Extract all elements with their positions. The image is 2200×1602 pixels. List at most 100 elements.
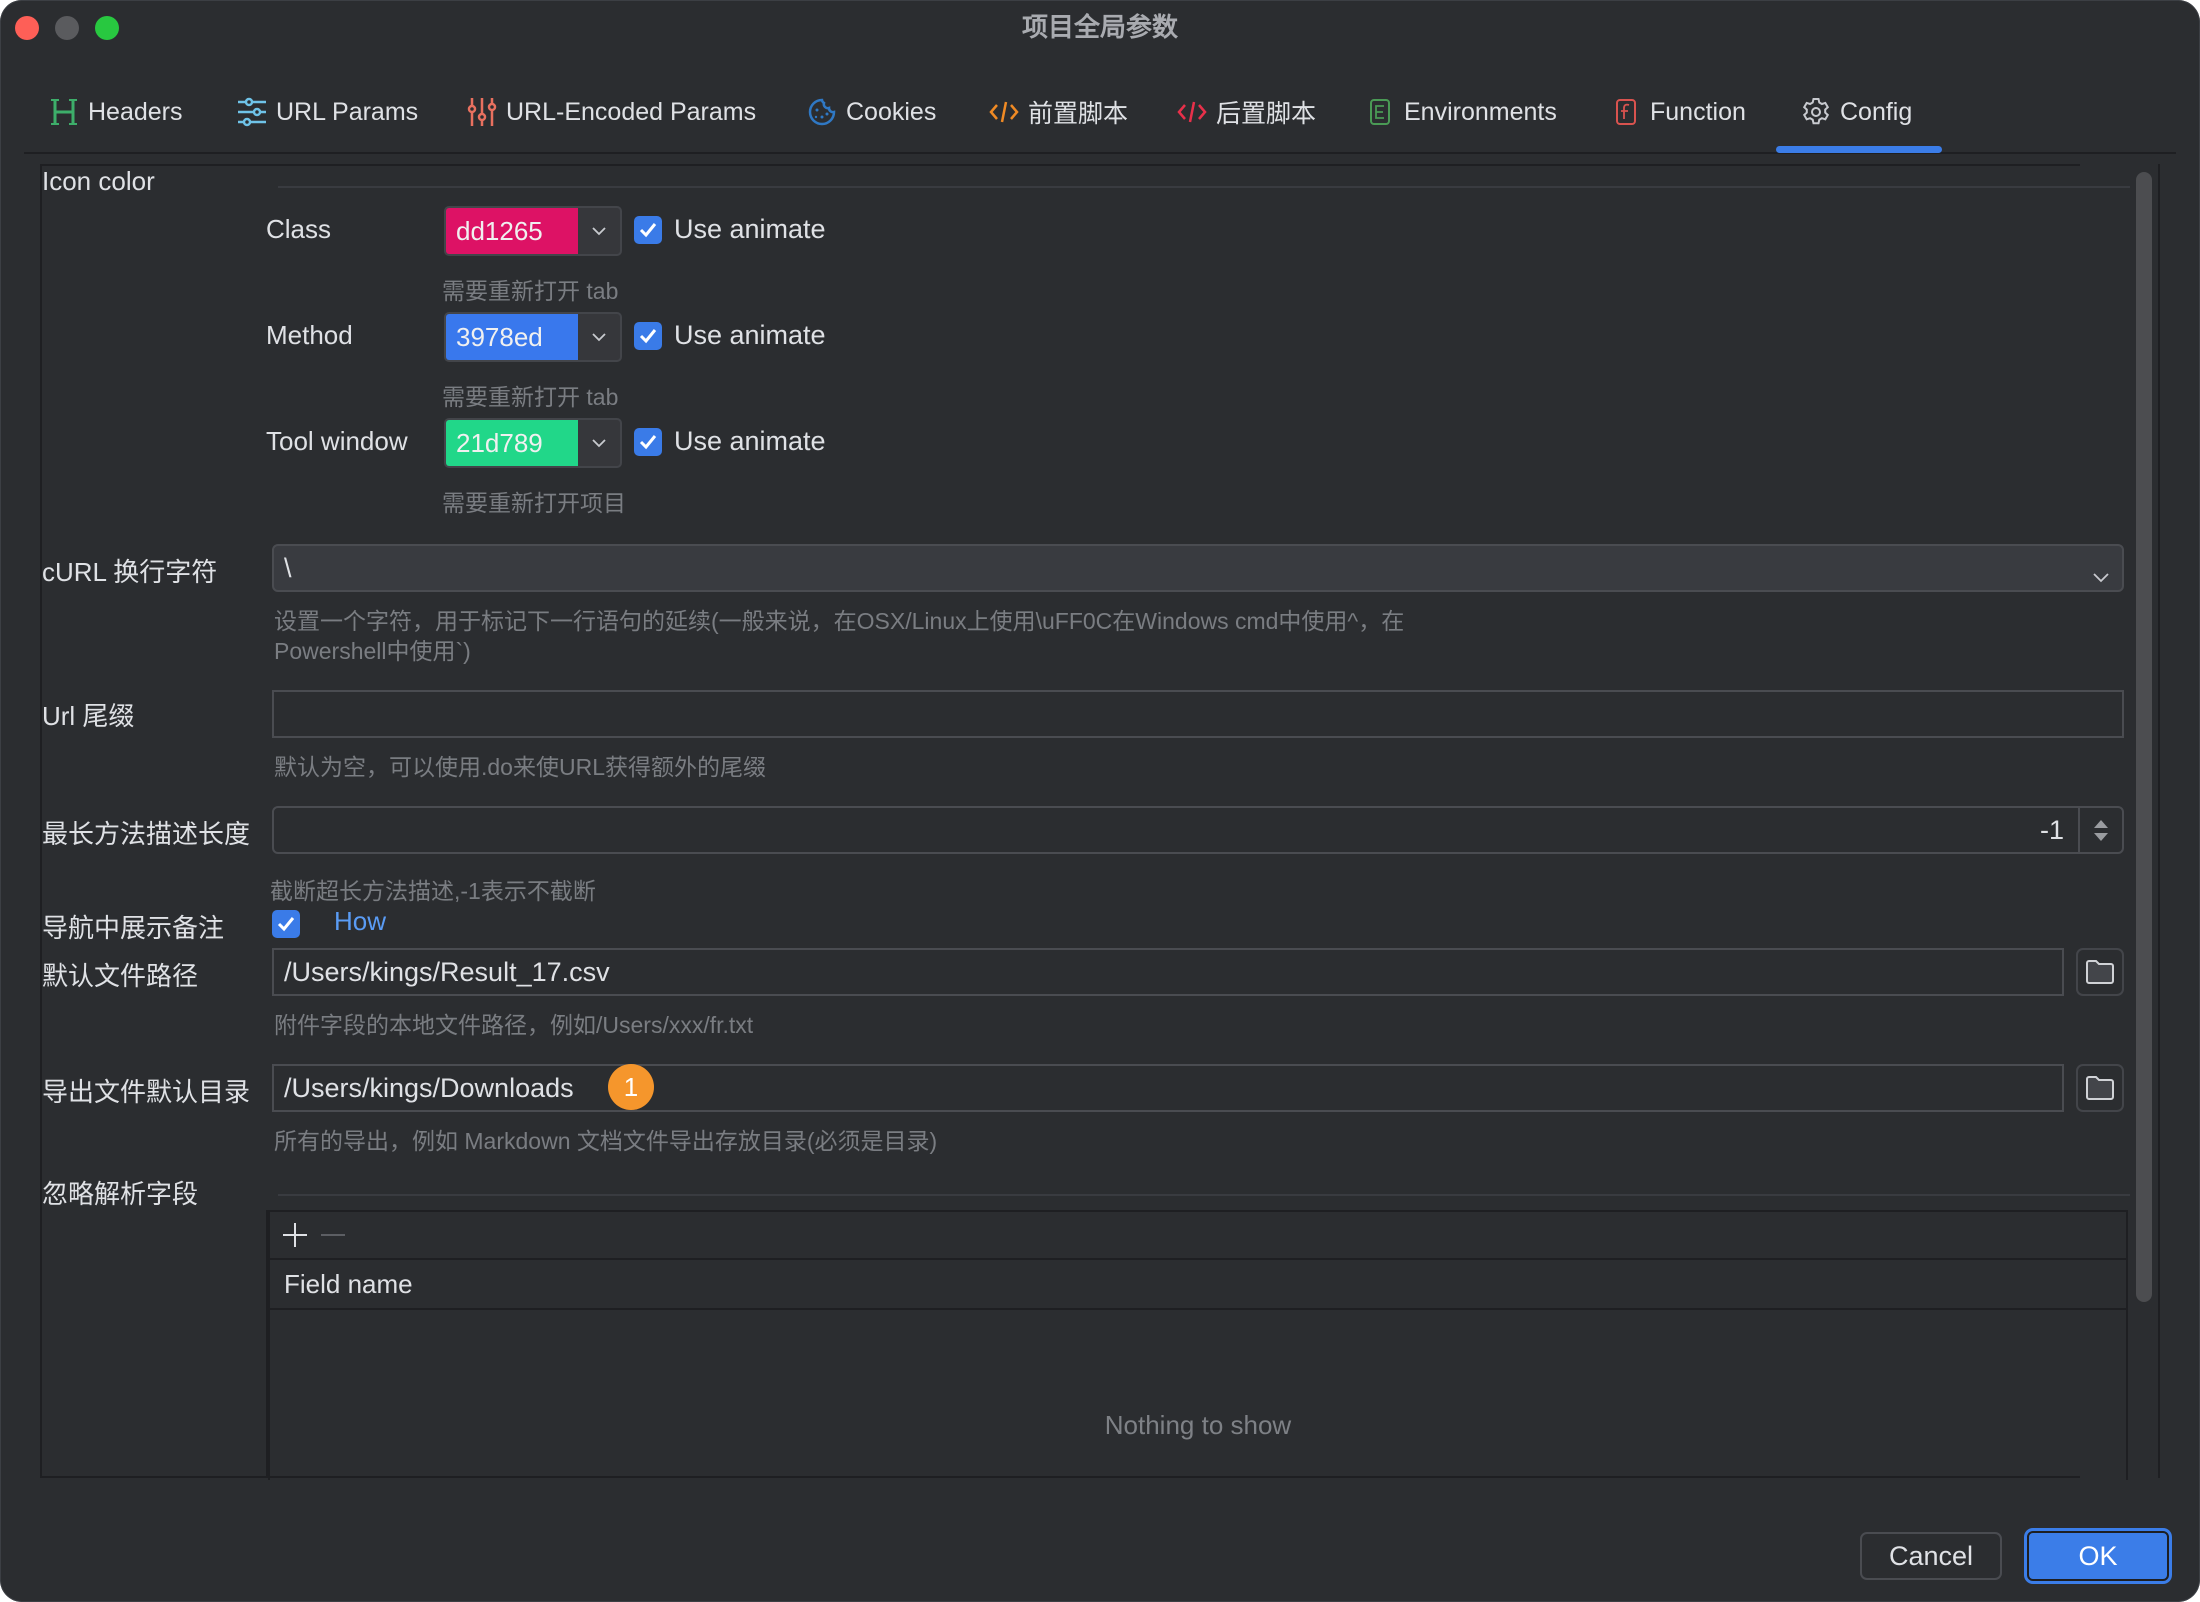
add-icon[interactable] [280, 1220, 310, 1255]
panel-border [2158, 164, 2160, 1478]
url-suffix-input[interactable] [272, 690, 2124, 738]
method-use-animate-checkbox[interactable] [634, 322, 662, 350]
table-toolbar [270, 1212, 2126, 1260]
ignore-fields-table: Field name Nothing to show [268, 1210, 2128, 1480]
nav-notes-checkbox[interactable] [272, 910, 300, 938]
export-dir-value: /Users/kings/Downloads [284, 1072, 574, 1103]
code-icon [988, 96, 1020, 128]
curl-hint-line2: Powershell中使用`) [274, 638, 471, 664]
default-file-path-hint: 附件字段的本地文件路径，例如/Users/xxx/fr.txt [274, 1012, 754, 1038]
ok-button[interactable]: OK [2027, 1531, 2169, 1581]
section-separator [278, 1194, 2130, 1196]
tab-label: Environments [1404, 97, 1557, 126]
default-file-path-input[interactable]: /Users/kings/Result_17.csv [272, 948, 2064, 996]
tab-function[interactable]: Function [1610, 86, 1746, 138]
tab-post-script[interactable]: 后置脚本 [1176, 86, 1316, 138]
max-desc-length-hint: 截断超长方法描述,-1表示不截断 [270, 878, 596, 904]
url-suffix-label: Url 尾缀 [42, 701, 135, 731]
class-use-animate-label[interactable]: Use animate [674, 214, 826, 245]
active-tab-indicator [1776, 146, 1942, 153]
tab-label: URL Params [276, 97, 419, 126]
method-color-label: Method [266, 320, 353, 350]
max-desc-length-value: -1 [2039, 814, 2064, 845]
tab-url-params[interactable]: URL Params [236, 86, 418, 138]
tab-label: 后置脚本 [1216, 100, 1317, 128]
how-link[interactable]: How [334, 906, 386, 937]
folder-icon [2086, 960, 2114, 984]
table-left-border [266, 1210, 268, 1478]
spinner-arrows[interactable] [2078, 808, 2122, 852]
tab-pre-script[interactable]: 前置脚本 [988, 86, 1128, 138]
ok-button-focus-ring: OK [2024, 1528, 2172, 1584]
checkmark-icon [277, 917, 295, 932]
color-swatch: 3978ed [446, 314, 578, 360]
method-hint: 需要重新打开 tab [442, 384, 619, 410]
empty-state-text: Nothing to show [1104, 1410, 1292, 1440]
table-header: Field name [270, 1260, 2126, 1310]
gear-icon [1800, 96, 1832, 128]
tool-window-color-combo[interactable]: 21d789 [444, 418, 622, 468]
export-dir-label: 导出文件默认目录 [42, 1077, 251, 1107]
chevron-down-icon [578, 208, 620, 254]
method-color-combo[interactable]: 3978ed [444, 312, 622, 362]
curl-line-char-dropdown[interactable]: \ [272, 544, 2124, 592]
chevron-down-icon [2092, 560, 2110, 591]
window-title: 项目全局参数 [1021, 12, 1178, 42]
tab-label: Headers [88, 97, 183, 126]
ignore-fields-label: 忽略解析字段 [42, 1179, 199, 1209]
column-header-field-name[interactable]: Field name [284, 1269, 413, 1300]
tab-label: Function [1650, 97, 1746, 126]
cookie-icon [806, 96, 838, 128]
default-file-path-value: /Users/kings/Result_17.csv [284, 956, 610, 987]
cancel-button[interactable]: Cancel [1860, 1532, 2002, 1580]
browse-folder-button[interactable] [2076, 1064, 2124, 1112]
vertical-sliders-icon [466, 96, 498, 128]
curl-hint-line1: 设置一个字符，用于标记下一行语句的延续(一般来说，在OSX/Linux上使用\u… [274, 608, 1405, 634]
max-desc-length-label: 最长方法描述长度 [42, 819, 251, 849]
tab-config[interactable]: Config [1800, 86, 1912, 138]
sliders-icon [236, 96, 268, 128]
table-right-border [2126, 1210, 2128, 1478]
checkmark-icon [639, 223, 657, 238]
tab-label: Config [1840, 97, 1913, 126]
color-swatch: 21d789 [446, 420, 578, 466]
class-color-label: Class [266, 214, 332, 244]
class-use-animate-checkbox[interactable] [634, 216, 662, 244]
color-swatch: dd1265 [446, 208, 578, 254]
environment-e-icon [1364, 96, 1396, 128]
step-badge: 1 [608, 1064, 654, 1110]
section-separator [278, 186, 2130, 188]
url-suffix-hint: 默认为空，可以使用.do来使URL获得额外的尾缀 [274, 754, 766, 780]
nav-notes-label: 导航中展示备注 [42, 913, 225, 943]
checkmark-icon [639, 435, 657, 450]
folder-icon [2086, 1076, 2114, 1100]
section-label-icon-color: Icon color [42, 166, 155, 196]
curl-line-char-value: \ [284, 552, 292, 583]
tab-url-encoded-params[interactable]: URL-Encoded Params [466, 86, 756, 138]
code-icon [1176, 96, 1208, 128]
export-dir-hint: 所有的导出，例如 Markdown 文档文件导出存放目录(必须是目录) [274, 1128, 938, 1154]
checkmark-icon [639, 329, 657, 344]
tab-label: Cookies [846, 97, 937, 126]
max-desc-length-spinner[interactable]: -1 [272, 806, 2124, 854]
headers-h-icon [48, 96, 80, 128]
chevron-down-icon [578, 314, 620, 360]
tool-window-use-animate-checkbox[interactable] [634, 428, 662, 456]
tab-label: 前置脚本 [1028, 100, 1129, 128]
arrow-down-icon [2094, 832, 2108, 841]
browse-file-button[interactable] [2076, 948, 2124, 996]
tab-label: URL-Encoded Params [506, 97, 757, 126]
tool-window-use-animate-label[interactable]: Use animate [674, 426, 826, 457]
export-dir-input[interactable]: /Users/kings/Downloads [272, 1064, 2064, 1112]
vertical-scrollbar[interactable] [2136, 172, 2152, 1302]
tool-window-color-label: Tool window [266, 426, 408, 456]
curl-line-char-label: cURL 换行字符 [42, 557, 218, 587]
tab-headers[interactable]: Headers [48, 86, 183, 138]
class-color-combo[interactable]: dd1265 [444, 206, 622, 256]
method-use-animate-label[interactable]: Use animate [674, 320, 826, 351]
chevron-down-icon [578, 420, 620, 466]
remove-icon[interactable] [318, 1220, 348, 1255]
class-hint: 需要重新打开 tab [442, 278, 619, 304]
tab-environments[interactable]: Environments [1364, 86, 1557, 138]
tab-cookies[interactable]: Cookies [806, 86, 936, 138]
